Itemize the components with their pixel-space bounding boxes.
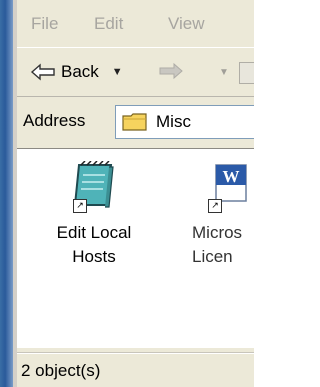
menu-view[interactable]: View	[168, 14, 205, 34]
forward-dropdown-icon[interactable]: ▼	[219, 67, 229, 78]
status-divider	[17, 353, 254, 354]
file-item-edit-local-hosts[interactable]: ↗ Edit Local Hosts	[29, 160, 159, 269]
shortcut-arrow-icon: ↗	[208, 199, 222, 213]
address-field[interactable]: Misc	[115, 105, 254, 139]
back-dropdown-icon[interactable]: ▼	[112, 66, 123, 78]
back-button-label: Back	[61, 62, 99, 81]
status-object-count: 2 object(s)	[21, 361, 101, 380]
notepad-icon: ↗	[71, 160, 117, 213]
shortcut-arrow-icon: ↗	[73, 199, 87, 213]
forward-arrow-icon[interactable]	[158, 62, 184, 80]
file-item-label-line1: Micros	[192, 223, 243, 242]
back-arrow-icon	[30, 63, 55, 81]
standard-toolbar: Back ▼ ▼	[17, 47, 254, 97]
file-item-label-line2: Hosts	[72, 247, 116, 266]
menu-bar: File Edit View	[17, 8, 254, 38]
file-list-pane: ↗ Edit Local Hosts W ↗ Micros Licen	[17, 148, 254, 348]
menu-file[interactable]: File	[31, 14, 58, 34]
file-item-label-line1: Edit Local	[56, 223, 132, 242]
explorer-window: File Edit View Back ▼ ▼ Address Misc ↗ E…	[0, 0, 254, 387]
word-document-icon: W ↗	[206, 161, 252, 213]
folder-icon	[122, 113, 147, 131]
svg-text:W: W	[223, 167, 240, 186]
status-bar: 2 object(s)	[17, 352, 254, 387]
address-label: Address	[23, 111, 86, 130]
file-item-microsoft-license[interactable]: W ↗ Micros Licen	[164, 161, 254, 269]
address-value: Misc	[156, 112, 191, 131]
back-button[interactable]: Back ▼	[30, 57, 123, 87]
up-folder-button[interactable]	[239, 62, 254, 84]
address-bar: Address Misc	[17, 97, 254, 144]
menu-edit[interactable]: Edit	[94, 14, 123, 34]
window-frame-edge	[0, 0, 13, 387]
file-item-label-line2: Licen	[192, 247, 233, 266]
